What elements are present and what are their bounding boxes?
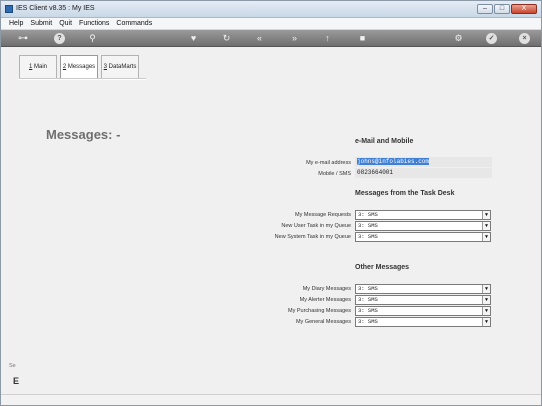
chevron-down-icon[interactable]: ▼ [482, 296, 490, 304]
chevron-down-icon[interactable]: ▼ [482, 222, 490, 230]
other-row-label: My General Messages [295, 319, 351, 325]
refresh-icon[interactable]: ↻ [221, 33, 232, 44]
other-row-label: My Alerter Messages [299, 297, 351, 303]
maximize-button[interactable]: □ [494, 4, 510, 14]
check-icon[interactable]: ✓ [486, 33, 497, 44]
chevron-down-icon[interactable]: ▼ [482, 233, 490, 241]
tab-datamarts-label: DataMarts [107, 64, 137, 70]
purchasing-messages-select[interactable]: 3: SMS ▼ [355, 306, 491, 316]
sidebar-fragment: Se [9, 363, 16, 369]
email-field[interactable]: johns@infolabies.com [355, 157, 492, 167]
email-label: My e-mail address [306, 160, 351, 166]
upload-icon[interactable]: ↑ [322, 33, 333, 44]
select-value: 3: SMS [358, 233, 378, 240]
select-value: 3: SMS [358, 222, 378, 229]
diary-messages-select[interactable]: 3: SMS ▼ [355, 284, 491, 294]
tab-main-label: Main [32, 64, 47, 70]
user-task-select[interactable]: 3: SMS ▼ [355, 221, 491, 231]
task-row-label: New User Task in my Queue [281, 223, 351, 229]
alerter-messages-select[interactable]: 3: SMS ▼ [355, 295, 491, 305]
sidebar-glyph: E [13, 376, 20, 386]
settings-icon[interactable]: ⚙ [453, 33, 464, 44]
menu-quit[interactable]: Quit [59, 20, 72, 27]
menu-commands[interactable]: Commands [116, 20, 152, 27]
toolbar: ⊶ ? ⚲ ♥ ↻ « » ↑ ■ ⚙ ✓ × [1, 30, 541, 47]
heart-icon[interactable]: ♥ [188, 33, 199, 44]
app-window: IES Client v8.35 : My IES – □ X Help Sub… [0, 0, 542, 406]
close-button[interactable]: X [511, 4, 537, 14]
mobile-label: Mobile / SMS [318, 171, 351, 177]
status-bar [1, 394, 541, 405]
select-value: 3: SMS [358, 296, 378, 303]
mobile-field[interactable]: 0823664001 [355, 168, 492, 178]
chevron-down-icon[interactable]: ▼ [482, 307, 490, 315]
select-value: 3: SMS [358, 285, 378, 292]
menu-bar: Help Submit Quit Functions Commands [1, 18, 541, 30]
chevron-down-icon[interactable]: ▼ [482, 318, 490, 326]
tab-underline [19, 78, 146, 80]
minimize-button[interactable]: – [477, 4, 493, 14]
email-value: johns@infolabies.com [357, 158, 430, 165]
help-icon[interactable]: ? [54, 33, 65, 44]
message-requests-select[interactable]: 3: SMS ▼ [355, 210, 491, 220]
menu-submit[interactable]: Submit [30, 20, 52, 27]
task-row-label: My Message Requests [295, 212, 351, 218]
menu-help[interactable]: Help [9, 20, 23, 27]
search-icon[interactable]: ⚲ [87, 33, 98, 44]
stop-icon[interactable]: ■ [357, 33, 368, 44]
chevron-down-icon[interactable]: ▼ [482, 285, 490, 293]
tab-messages[interactable]: 2 Messages [60, 55, 98, 79]
select-value: 3: SMS [358, 307, 378, 314]
tab-messages-label: Messages [66, 64, 96, 70]
other-section-title: Other Messages [355, 264, 410, 271]
tab-strip: 1 Main 2 Messages 3 DataMarts [19, 55, 142, 80]
other-row-label: My Purchasing Messages [288, 308, 351, 314]
menu-functions[interactable]: Functions [79, 20, 109, 27]
window-title: IES Client v8.35 : My IES [16, 5, 95, 12]
rewind-icon[interactable]: « [254, 33, 265, 44]
other-row-label: My Diary Messages [302, 286, 351, 292]
title-bar: IES Client v8.35 : My IES – □ X [1, 1, 541, 18]
task-row-label: New System Task in my Queue [274, 234, 351, 240]
key-icon[interactable]: ⊶ [13, 33, 33, 44]
page-title: Messages: - [46, 127, 121, 142]
app-icon [5, 5, 13, 13]
select-value: 3: SMS [358, 318, 378, 325]
tab-main[interactable]: 1 Main [19, 55, 57, 78]
general-messages-select[interactable]: 3: SMS ▼ [355, 317, 491, 327]
window-controls: – □ X [477, 4, 537, 14]
select-value: 3: SMS [358, 211, 378, 218]
chevron-down-icon[interactable]: ▼ [482, 211, 490, 219]
email-section-title: e-Mail and Mobile [355, 138, 414, 145]
tab-datamarts[interactable]: 3 DataMarts [101, 55, 139, 78]
close-icon[interactable]: × [519, 33, 530, 44]
system-task-select[interactable]: 3: SMS ▼ [355, 232, 491, 242]
task-section-title: Messages from the Task Desk [355, 190, 455, 197]
fast-forward-icon[interactable]: » [289, 33, 300, 44]
